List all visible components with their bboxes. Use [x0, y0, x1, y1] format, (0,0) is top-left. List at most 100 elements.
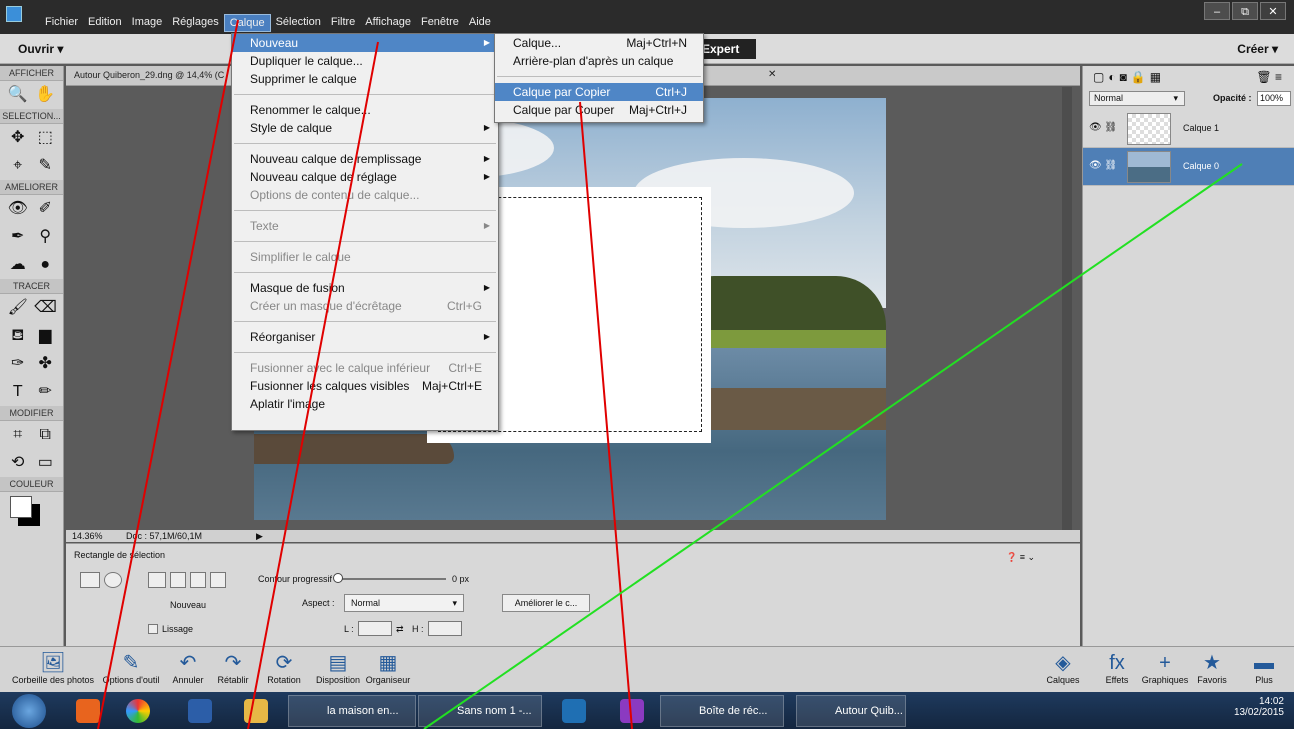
start-button[interactable]	[12, 694, 46, 728]
close-button[interactable]: ✕	[1260, 2, 1286, 20]
vertical-scrollbar[interactable]	[1062, 87, 1072, 530]
calque-menu-item[interactable]: Masque de fusion ▶	[232, 279, 498, 297]
feather-slider[interactable]	[333, 573, 446, 583]
calque-menu-item[interactable]: Nouveau ▶	[232, 34, 498, 52]
trash-icon[interactable]: 🗑 ≡	[1256, 70, 1282, 84]
graphics-button[interactable]: + Graphiques	[1136, 651, 1194, 685]
photo-bin-button[interactable]: 🖼 Corbeille des photos	[4, 651, 102, 685]
rectangle-marquee-option-icon[interactable]	[80, 572, 100, 588]
blur-tool-icon[interactable]: ☁	[7, 254, 29, 276]
move-tool-icon[interactable]: ✥	[7, 127, 29, 149]
menu-calque[interactable]: Calque	[223, 14, 271, 32]
hand-tool-icon[interactable]: ✋	[34, 84, 56, 106]
pencil-tool-icon[interactable]: ✏	[34, 381, 56, 403]
type-tool-icon[interactable]: T	[7, 381, 29, 403]
lock-icon[interactable]: 🔒	[1131, 70, 1150, 84]
zoom-tool-icon[interactable]: 🔍	[7, 84, 29, 106]
nouveau-submenu-item[interactable]: Calque... Maj+Ctrl+N	[495, 34, 703, 52]
eraser-tool-icon[interactable]: ⌫	[34, 297, 57, 319]
mask-icon[interactable]: ◙	[1120, 70, 1131, 84]
clone-stamp-tool-icon[interactable]: ⚲	[34, 226, 56, 248]
picasa-icon[interactable]	[126, 699, 150, 723]
rotate-button[interactable]: ⟳ Rotation	[256, 651, 312, 685]
visibility-eye-icon[interactable]: 👁 ⛓	[1089, 122, 1117, 133]
lock-transparency-icon[interactable]: ▦	[1150, 70, 1165, 84]
nouveau-submenu-item[interactable]: Arrière-plan d'après un calque	[495, 52, 703, 70]
spot-healing-tool-icon[interactable]: ✐	[34, 198, 56, 220]
new-layer-icon[interactable]: ▢	[1093, 70, 1108, 84]
feather-slider-handle[interactable]	[333, 573, 343, 583]
red-eye-tool-icon[interactable]: 👁	[7, 198, 29, 220]
restore-button[interactable]: ⧉	[1232, 2, 1258, 20]
menu-affichage[interactable]: Affichage	[360, 14, 416, 32]
taskbar-button[interactable]: Sans nom 1 -...	[418, 695, 542, 727]
width-input[interactable]	[358, 621, 392, 636]
layer-row-selected[interactable]: 👁 ⛓ Calque 0	[1083, 148, 1294, 186]
opacity-input[interactable]: 100%	[1257, 91, 1291, 106]
favorites-button[interactable]: ★ Favoris	[1194, 651, 1230, 685]
crop-tool-icon[interactable]: ⌗	[7, 424, 29, 446]
minimize-button[interactable]: –	[1204, 2, 1230, 20]
sponge-tool-icon[interactable]: ●	[34, 254, 56, 276]
menu-aide[interactable]: Aide	[464, 14, 496, 32]
menu-fichier[interactable]: Fichier	[40, 14, 83, 32]
lasso-tool-icon[interactable]: ⌖	[7, 155, 29, 177]
more-button[interactable]: ▬ Plus	[1246, 651, 1282, 685]
canvas-area[interactable]	[66, 87, 1072, 530]
quick-select-tool-icon[interactable]: ✎	[34, 155, 56, 177]
calque-menu-item[interactable]: Supprimer le calque	[232, 70, 498, 88]
layer-row[interactable]: 👁 ⛓ Calque 1	[1083, 110, 1294, 148]
fill-layer-icon[interactable]: ◐	[1108, 70, 1119, 84]
create-button[interactable]: Créer ▾	[1237, 42, 1278, 56]
custom-shape-tool-icon[interactable]: ✤	[34, 353, 56, 375]
aspect-select[interactable]: Normal ▾	[344, 594, 464, 612]
redo-button[interactable]: ↷ Rétablir	[210, 651, 256, 685]
add-selection-icon[interactable]	[170, 572, 186, 588]
visibility-eye-icon[interactable]: 👁 ⛓	[1089, 160, 1117, 171]
menu-edition[interactable]: Edition	[83, 14, 127, 32]
book-app-icon[interactable]	[188, 699, 212, 723]
menu-image[interactable]: Image	[127, 14, 168, 32]
foreground-color-swatch[interactable]	[10, 496, 32, 518]
menu-filtre[interactable]: Filtre	[326, 14, 360, 32]
document-tab[interactable]: Autour Quiberon_29.dng @ 14,4% (C	[74, 70, 224, 80]
refine-edge-button[interactable]: Améliorer le c...	[502, 594, 590, 612]
subtract-selection-icon[interactable]	[190, 572, 206, 588]
menu-selection[interactable]: Sélection	[271, 14, 326, 32]
calque-menu-item[interactable]: Réorganiser ▶	[232, 328, 498, 346]
calque-menu-item[interactable]: Nouveau calque de remplissage ▶	[232, 150, 498, 168]
calque-menu-item[interactable]: Dupliquer le calque...	[232, 52, 498, 70]
zoom-level[interactable]: 14.36%	[72, 531, 103, 541]
taskbar-button[interactable]: la maison en...	[288, 695, 416, 727]
intersect-selection-icon[interactable]	[210, 572, 226, 588]
content-aware-move-tool-icon[interactable]: ⟲	[7, 452, 29, 474]
undo-button[interactable]: ↶ Annuler	[166, 651, 210, 685]
paint-bucket-tool-icon[interactable]: ⛾	[7, 325, 29, 347]
taskbar-button[interactable]: Autour Quib...	[796, 695, 906, 727]
layers-button[interactable]: ◈ Calques	[1038, 651, 1088, 685]
tool-options-button[interactable]: ✎ Options d'outil	[96, 651, 166, 685]
media-player-icon[interactable]	[76, 699, 100, 723]
open-button[interactable]: Ouvrir ▾	[18, 42, 63, 56]
status-menu-arrow-icon[interactable]: ▶	[256, 531, 263, 542]
clock-time[interactable]: 14:02	[1234, 696, 1284, 707]
marquee-tool-icon[interactable]: ⬚	[34, 127, 56, 149]
organizer-app-icon[interactable]	[620, 699, 644, 723]
explorer-folder-icon[interactable]	[244, 699, 268, 723]
brush-tool-icon[interactable]: 🖌	[7, 297, 29, 319]
smooth-checkbox[interactable]	[148, 624, 158, 634]
ellipse-marquee-option-icon[interactable]	[104, 572, 122, 588]
gradient-tool-icon[interactable]: ▆	[34, 325, 56, 347]
recompose-tool-icon[interactable]: ⧉	[34, 424, 56, 446]
calque-menu-item[interactable]: Fusionner les calques visibles Maj+Ctrl+E	[232, 377, 498, 395]
nouveau-submenu-item[interactable]: Calque par Couper Maj+Ctrl+J	[495, 101, 703, 119]
calque-menu-item[interactable]: Renommer le calque...	[232, 101, 498, 119]
help-icon[interactable]: ❓ ≡ ⌄	[1006, 552, 1035, 563]
nouveau-submenu-item[interactable]: Calque par Copier Ctrl+J	[495, 83, 703, 101]
close-tab-icon[interactable]: ✕	[768, 69, 776, 80]
organizer-button[interactable]: ▦ Organiseur	[360, 651, 416, 685]
swap-icon[interactable]: ⇄	[396, 624, 404, 635]
effects-button[interactable]: fx Effets	[1096, 651, 1138, 685]
taskbar-button[interactable]: Boîte de réc...	[660, 695, 784, 727]
calque-menu-item[interactable]: Style de calque ▶	[232, 119, 498, 137]
